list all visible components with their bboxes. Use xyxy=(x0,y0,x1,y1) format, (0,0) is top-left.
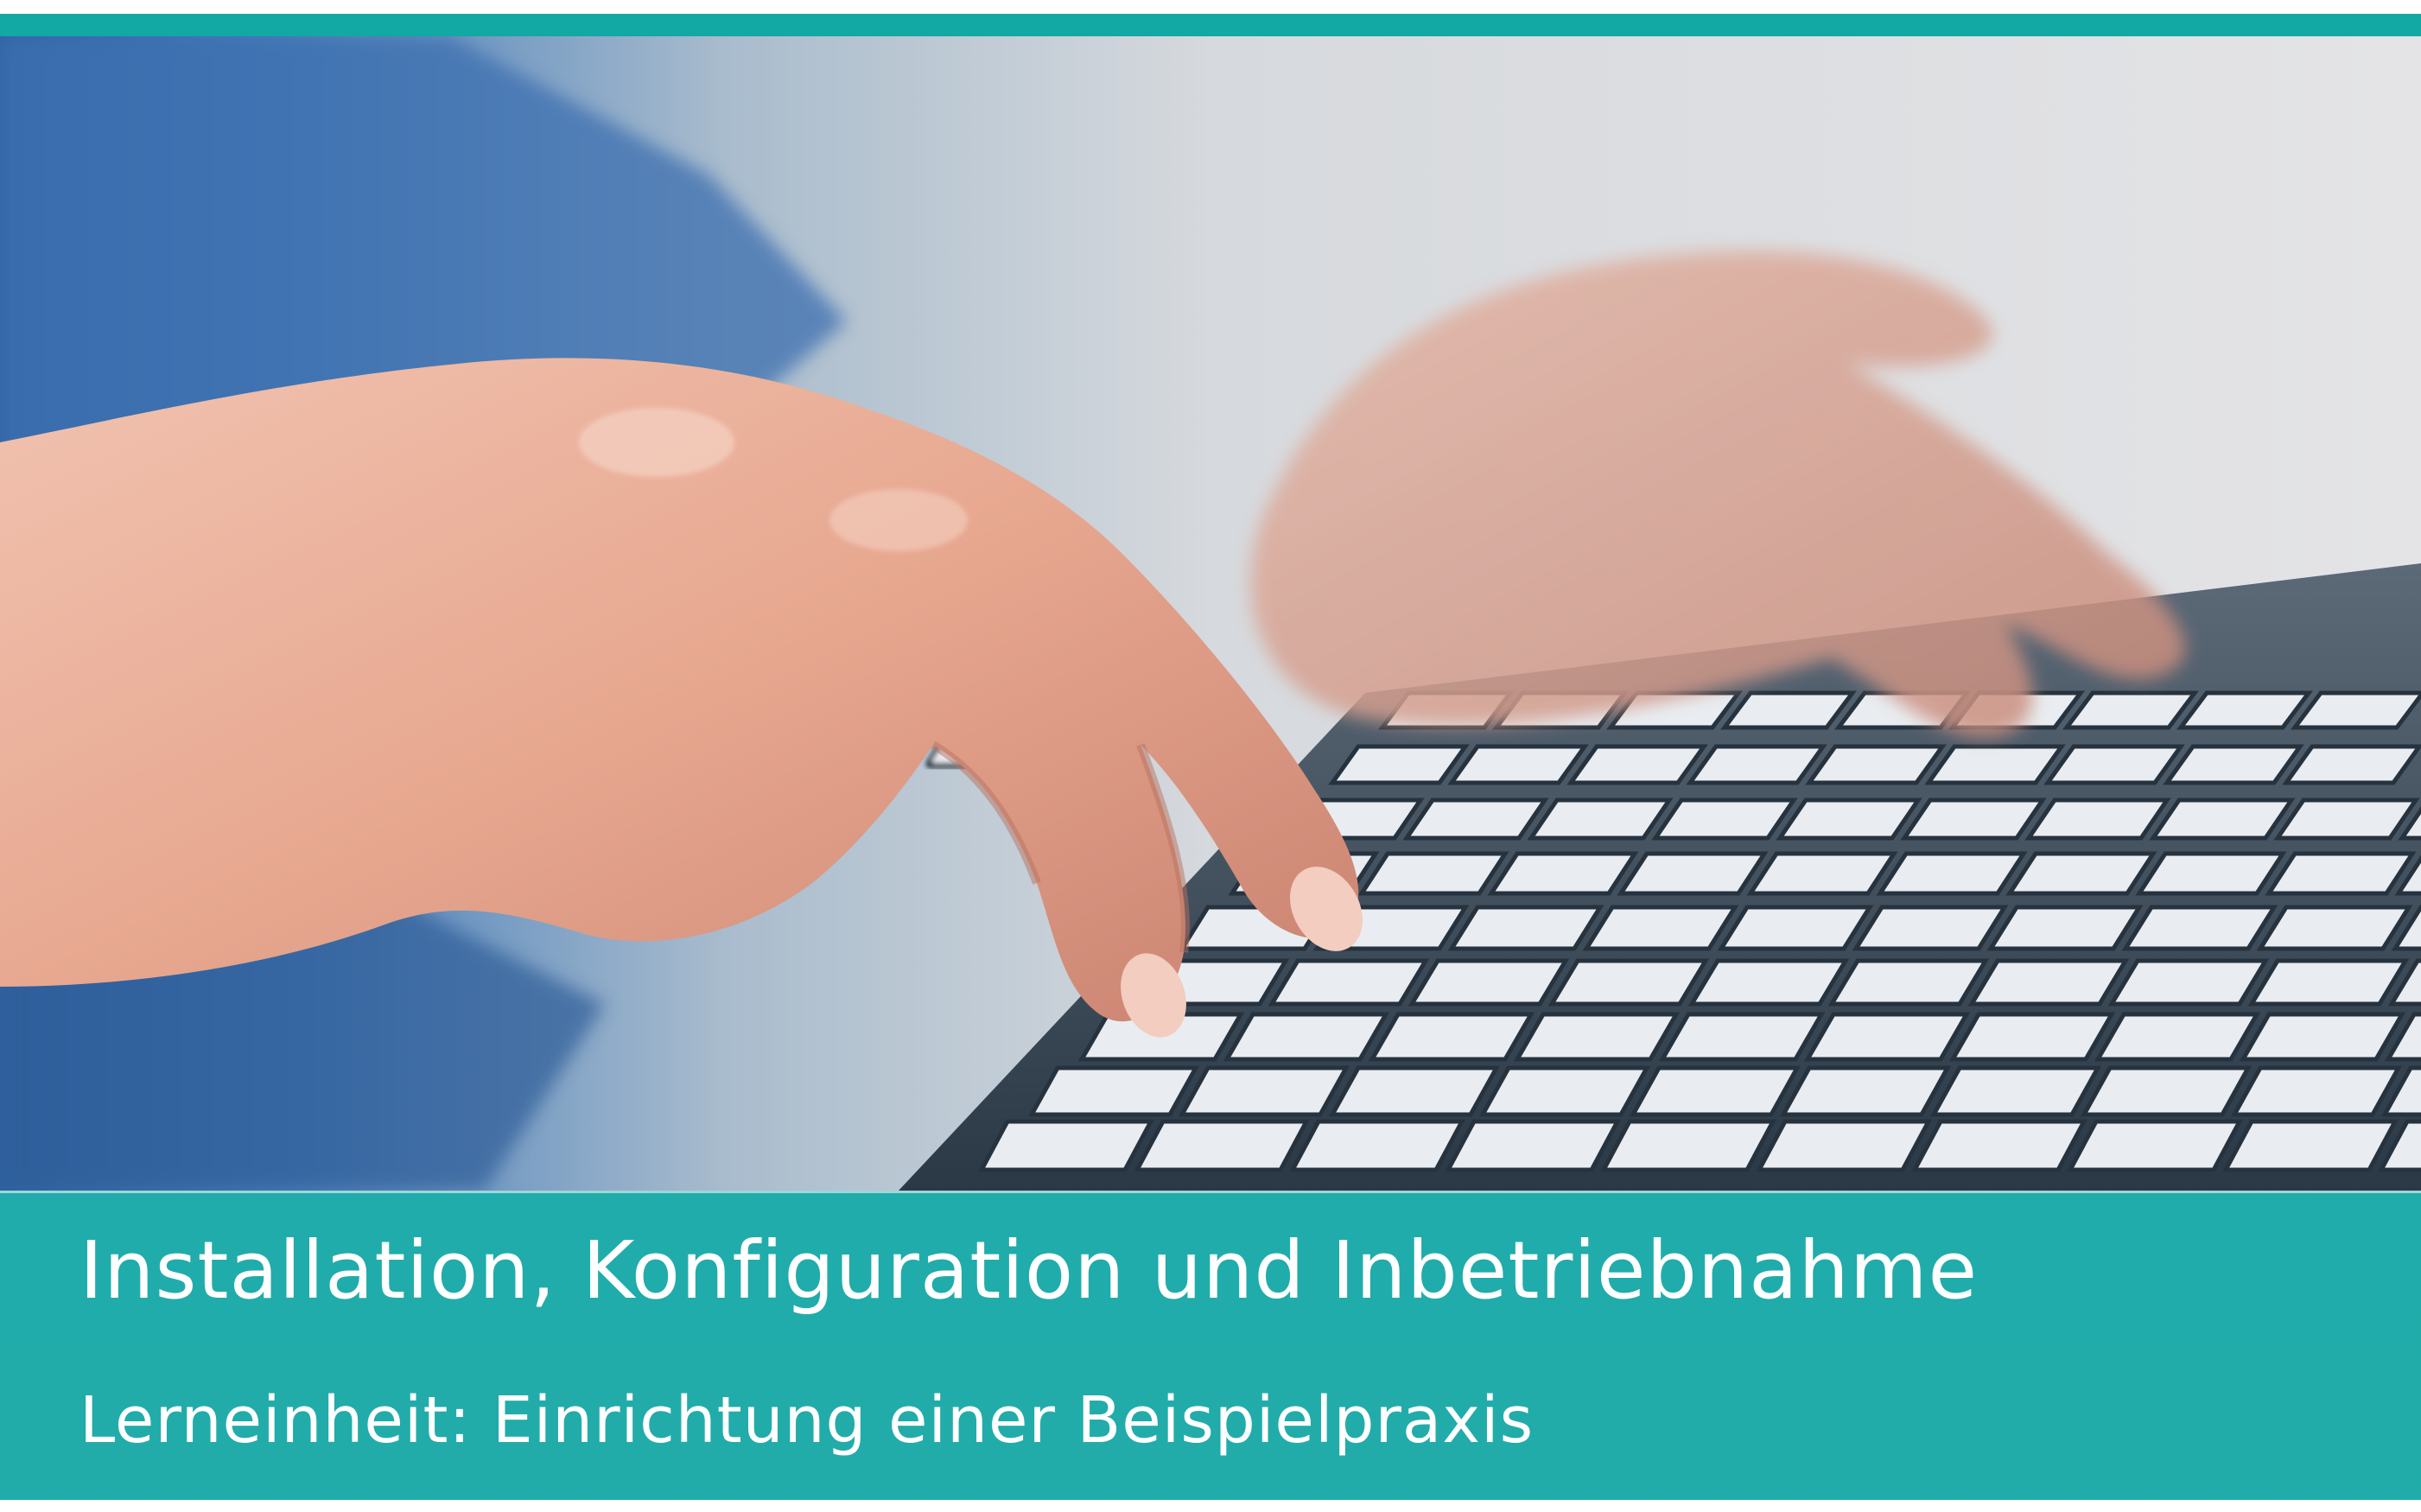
keyboard-key xyxy=(1686,744,1827,785)
keyboard-key xyxy=(1447,744,1589,785)
page-subtitle: Lerneinheit: Einrichtung einer Beispielp… xyxy=(79,1383,1535,1458)
keyboard-key xyxy=(1357,851,1509,896)
keyboard-key xyxy=(1223,1012,1390,1062)
keyboard-key xyxy=(2107,958,2270,1007)
keyboard-key xyxy=(1268,958,1430,1007)
keyboard-key xyxy=(1717,905,1874,951)
keyboard-key xyxy=(2221,1119,2399,1172)
keyboard-key xyxy=(1852,905,2009,951)
keyboard-key xyxy=(1779,1065,1952,1117)
keyboard-key xyxy=(1582,905,1739,951)
keyboard-key xyxy=(2239,1012,2406,1062)
keyboard-key xyxy=(1827,958,1990,1007)
keyboard-key xyxy=(1513,1012,1681,1062)
keyboard-key xyxy=(2256,905,2413,951)
top-accent-bar xyxy=(0,14,2421,36)
keyboard-key xyxy=(1805,744,1947,785)
keyboard-key xyxy=(1746,851,1898,896)
keyboard-key xyxy=(1755,1119,1933,1172)
keyboard-key xyxy=(1900,797,2047,841)
page-title: Installation, Konfiguration und Inbetrie… xyxy=(79,1224,1979,1317)
keyboard-key xyxy=(2282,744,2421,785)
keyboard-key xyxy=(1599,1119,1777,1172)
keyboard-key xyxy=(1328,1065,1501,1117)
keyboard-key xyxy=(1876,851,2028,896)
keyboard-key xyxy=(1487,851,1639,896)
keyboard-key xyxy=(2121,905,2278,951)
keyboard-key xyxy=(1447,905,1604,951)
keyboard-key xyxy=(1986,905,2144,951)
keyboard-key xyxy=(1407,958,1570,1007)
keyboard-key xyxy=(1967,958,2130,1007)
keyboard-key xyxy=(1910,1119,2088,1172)
keyboard-key xyxy=(1629,1065,1801,1117)
keyboard-key xyxy=(1368,1012,1535,1062)
keyboard-key xyxy=(1402,797,1549,841)
keyboard-key xyxy=(1617,851,1769,896)
keyboard-key xyxy=(2005,851,2157,896)
keyboard-key xyxy=(1658,1012,1826,1062)
caption-divider xyxy=(0,1191,2421,1193)
keyboard-key xyxy=(2066,1119,2244,1172)
keyboard-key xyxy=(2149,797,2296,841)
keyboard-key xyxy=(1547,958,1710,1007)
keyboard-key xyxy=(2080,1065,2253,1117)
keyboard-key xyxy=(1527,797,1674,841)
keyboard-key xyxy=(1687,958,1850,1007)
keyboard-key xyxy=(2094,1012,2261,1062)
title-slide: Installation, Konfiguration und Inbetrie… xyxy=(0,0,2421,1512)
keyboard-key xyxy=(2265,851,2417,896)
keyboard-key xyxy=(1328,744,1470,785)
keyboard-key xyxy=(1566,744,1708,785)
keyboard-key xyxy=(1478,1065,1651,1117)
keyboard-key xyxy=(2163,744,2304,785)
keyboard-key xyxy=(2273,797,2420,841)
keyboard-key xyxy=(1651,797,1798,841)
keyboard-key xyxy=(1027,1065,1200,1117)
keyboard-key xyxy=(1444,1119,1622,1172)
keyboard-key xyxy=(2024,797,2171,841)
keyboard-key xyxy=(2230,1065,2403,1117)
keyboard-key xyxy=(2135,851,2287,896)
keyboard-key xyxy=(1929,1065,2102,1117)
keyboard-key xyxy=(1803,1012,1971,1062)
keyboard-key xyxy=(2247,958,2410,1007)
keyboard-key xyxy=(1133,1119,1311,1172)
keyboard-key xyxy=(1924,744,2066,785)
keyboard-key xyxy=(1178,1065,1350,1117)
keyboard-key xyxy=(977,1119,1155,1172)
keyboard-key xyxy=(1948,1012,2116,1062)
keyboard-key xyxy=(2043,744,2185,785)
hero-image-hands-keyboard xyxy=(0,36,2421,1191)
keyboard-key xyxy=(1776,797,1922,841)
keyboard-key xyxy=(1288,1119,1466,1172)
